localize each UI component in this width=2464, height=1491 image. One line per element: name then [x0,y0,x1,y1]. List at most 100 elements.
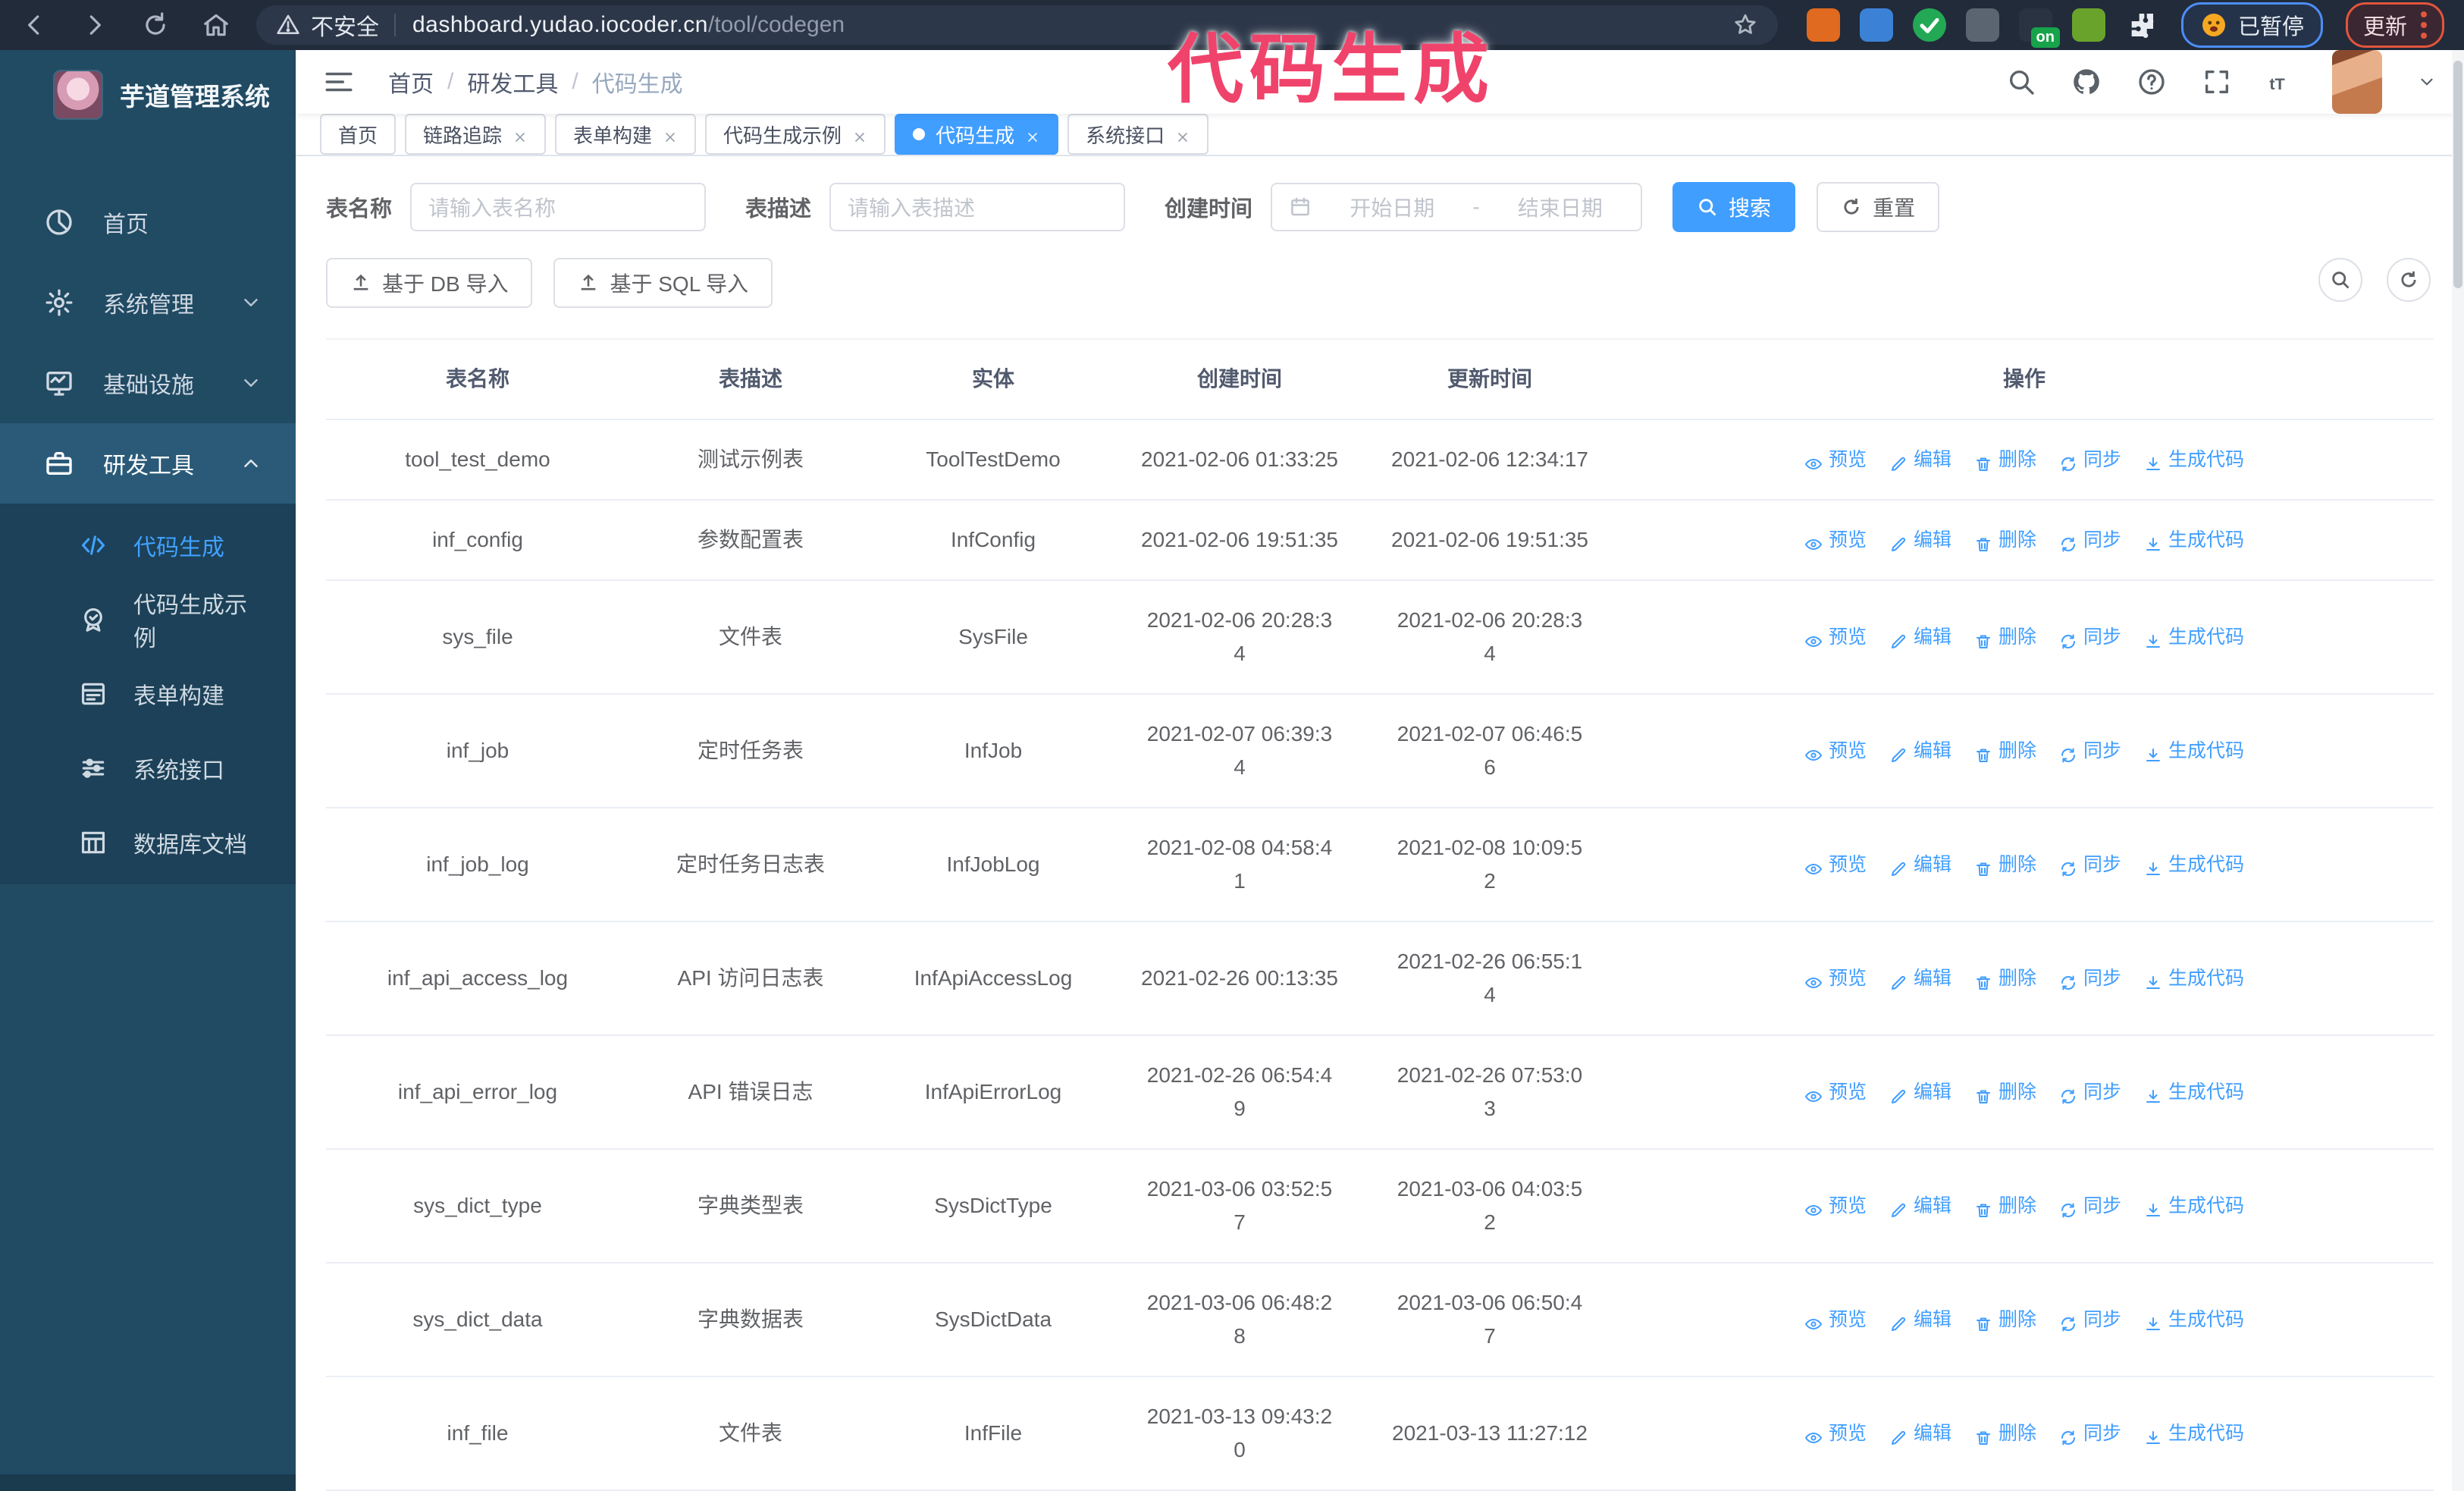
submenu-item-1[interactable]: 代码生成示例 [0,582,296,657]
app-logo-row[interactable]: 芋道管理系统 [0,50,296,140]
screen-extension-icon[interactable]: on [2018,8,2060,48]
fullscreen-icon[interactable] [2202,67,2232,97]
submenu-item-0[interactable]: 代码生成 [0,508,296,582]
tab-5[interactable]: 系统接口 [1067,114,1209,155]
action-trash[interactable]: 删除 [1974,1189,2036,1223]
close-icon[interactable] [852,127,867,142]
blue-gem-extension-icon[interactable] [1859,8,1893,42]
tab-1[interactable]: 链路追踪 [405,114,547,155]
action-trash[interactable]: 删除 [1974,734,2036,767]
action-eye[interactable]: 预览 [1804,523,1867,557]
action-pencil[interactable]: 编辑 [1889,734,1951,767]
action-eye[interactable]: 预览 [1804,848,1867,881]
action-download[interactable]: 生成代码 [2144,848,2244,881]
browser-update-button[interactable]: 更新 [2345,2,2444,48]
action-download[interactable]: 生成代码 [2144,523,2244,557]
more-menu-icon[interactable] [2421,11,2427,39]
hamburger-icon[interactable] [323,66,355,98]
action-pencil[interactable]: 编辑 [1889,848,1951,881]
tab-0[interactable]: 首页 [320,114,397,155]
sidebar-item-3[interactable]: 研发工具 [0,423,296,504]
sidebar-item-1[interactable]: 系统管理 [0,262,296,343]
breadcrumb-item[interactable]: 首页 [388,65,434,99]
sidebar-item-0[interactable]: 首页 [0,182,296,262]
action-sync[interactable]: 同步 [2059,1189,2121,1223]
green-check-extension-icon[interactable] [1912,8,1946,42]
action-pencil[interactable]: 编辑 [1889,1303,1951,1336]
page-scrollbar[interactable] [2452,50,2464,1491]
action-eye[interactable]: 预览 [1804,443,1867,476]
refresh-table-button[interactable] [2387,258,2431,302]
help-icon[interactable] [2136,67,2167,97]
breadcrumb-item[interactable]: 研发工具 [467,65,558,99]
import-db-button[interactable]: 基于 DB 导入 [326,258,533,308]
close-icon[interactable] [1025,127,1040,142]
tab-3[interactable]: 代码生成示例 [705,114,886,155]
action-download[interactable]: 生成代码 [2144,734,2244,767]
action-download[interactable]: 生成代码 [2144,1075,2244,1109]
grid-extension-icon[interactable] [1965,8,1999,42]
user-avatar[interactable] [2332,50,2382,114]
action-eye[interactable]: 预览 [1804,1417,1867,1450]
table-name-input[interactable]: 请输入表名称 [410,183,707,231]
scrollbar-thumb[interactable] [2453,61,2462,288]
sidebar-item-2[interactable]: 基础设施 [0,343,296,423]
action-sync[interactable]: 同步 [2059,848,2121,881]
font-size-icon[interactable]: tT [2267,67,2297,97]
action-pencil[interactable]: 编辑 [1889,523,1951,557]
action-pencil[interactable]: 编辑 [1889,962,1951,995]
submenu-item-3[interactable]: 系统接口 [0,731,296,805]
action-pencil[interactable]: 编辑 [1889,1417,1951,1450]
alien-extension-icon[interactable] [2071,8,2105,42]
action-trash[interactable]: 删除 [1974,523,2036,557]
submenu-item-2[interactable]: 表单构建 [0,657,296,731]
close-icon[interactable] [513,127,528,142]
table-desc-input[interactable]: 请输入表描述 [829,183,1126,231]
orange-extension-icon[interactable] [1806,8,1840,42]
search-button[interactable]: 搜索 [1672,182,1796,232]
action-download[interactable]: 生成代码 [2144,443,2244,476]
github-icon[interactable] [2071,67,2102,97]
address-bar[interactable]: 不安全 dashboard.yudao.iocoder.cn /tool/cod… [256,5,1778,45]
action-sync[interactable]: 同步 [2059,1417,2121,1450]
action-trash[interactable]: 删除 [1974,1075,2036,1109]
date-range-picker[interactable]: 开始日期 - 结束日期 [1271,183,1643,231]
import-sql-button[interactable]: 基于 SQL 导入 [553,258,773,308]
action-download[interactable]: 生成代码 [2144,962,2244,995]
action-pencil[interactable]: 编辑 [1889,443,1951,476]
close-icon[interactable] [1175,127,1190,142]
action-trash[interactable]: 删除 [1974,443,2036,476]
show-search-button[interactable] [2318,258,2362,302]
submenu-item-4[interactable]: 数据库文档 [0,805,296,880]
back-icon[interactable] [20,11,49,39]
action-sync[interactable]: 同步 [2059,1303,2121,1336]
action-sync[interactable]: 同步 [2059,523,2121,557]
action-download[interactable]: 生成代码 [2144,1189,2244,1223]
action-trash[interactable]: 删除 [1974,848,2036,881]
reload-icon[interactable] [141,11,170,39]
tab-4[interactable]: 代码生成 [895,114,1059,155]
action-eye[interactable]: 预览 [1804,1303,1867,1336]
paused-extension-badge[interactable]: 已暂停 [2180,2,2323,48]
action-eye[interactable]: 预览 [1804,1189,1867,1223]
action-sync[interactable]: 同步 [2059,443,2121,476]
action-trash[interactable]: 删除 [1974,962,2036,995]
action-trash[interactable]: 删除 [1974,1417,2036,1450]
action-sync[interactable]: 同步 [2059,1075,2121,1109]
forward-icon[interactable] [80,11,109,39]
action-sync[interactable]: 同步 [2059,620,2121,654]
action-pencil[interactable]: 编辑 [1889,1075,1951,1109]
close-icon[interactable] [663,127,678,142]
action-sync[interactable]: 同步 [2059,962,2121,995]
home-icon[interactable] [202,11,230,39]
action-eye[interactable]: 预览 [1804,962,1867,995]
reset-button[interactable]: 重置 [1817,182,1940,232]
bookmark-star-icon[interactable] [1732,12,1758,38]
action-eye[interactable]: 预览 [1804,1075,1867,1109]
action-eye[interactable]: 预览 [1804,734,1867,767]
action-download[interactable]: 生成代码 [2144,620,2244,654]
action-download[interactable]: 生成代码 [2144,1417,2244,1450]
action-eye[interactable]: 预览 [1804,620,1867,654]
puzzle-icon[interactable] [2125,8,2158,42]
action-pencil[interactable]: 编辑 [1889,620,1951,654]
